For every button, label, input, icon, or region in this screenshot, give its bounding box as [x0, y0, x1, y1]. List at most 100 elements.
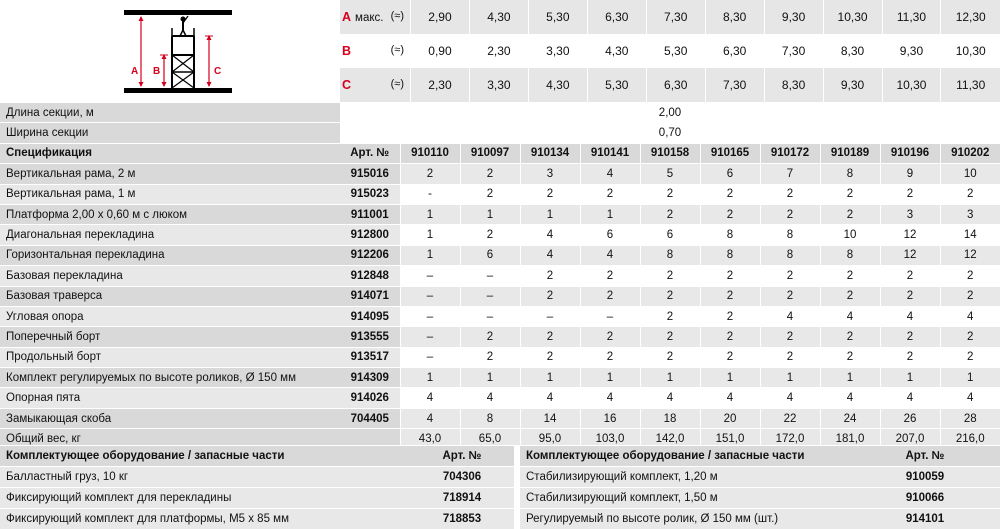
spec-item-qty: 16	[580, 408, 640, 428]
spec-item-qty: 8	[700, 225, 760, 245]
spec-row: Комплект регулируемых по высоте роликов,…	[0, 368, 1000, 388]
section-length-value: 2,00	[340, 103, 1000, 123]
spec-item-qty: 3	[880, 204, 940, 224]
spec-item-qty: 2	[940, 286, 1000, 306]
spec-item-qty: 14	[940, 225, 1000, 245]
dimension-value: 8,30	[764, 68, 823, 102]
dimension-value: 6,30	[646, 68, 705, 102]
spec-item-name: Опорная пята	[0, 388, 340, 408]
spec-sheet: A B C Aмакс.(≈)2,904,305,306,307,308,309…	[0, 0, 1000, 525]
spec-item-qty: 26	[880, 408, 940, 428]
spec-item-qty: 2	[880, 184, 940, 204]
spec-item-qty: 2	[820, 347, 880, 367]
spec-item-qty: 8	[820, 245, 880, 265]
spec-row: Продольный борт913517–222222222	[0, 347, 1000, 367]
dimension-value: 12,30	[941, 0, 1000, 34]
spec-item-qty: 6	[700, 164, 760, 184]
spec-item-qty: 1	[400, 245, 460, 265]
spec-item-qty: 22	[760, 408, 820, 428]
scaffold-diagram-svg: A B C	[0, 0, 338, 102]
spec-item-name: Горизонтальная перекладина	[0, 245, 340, 265]
dimension-value: 8,30	[705, 0, 764, 34]
dimension-value: 10,30	[882, 68, 941, 102]
dimension-value: 2,90	[411, 0, 470, 34]
spec-item-qty: 2	[700, 306, 760, 326]
spec-header-label: Спецификация	[0, 143, 340, 163]
spec-item-qty: 1	[580, 368, 640, 388]
spec-item-qty: 8	[760, 225, 820, 245]
dimension-value: 10,30	[941, 34, 1000, 68]
spec-item-qty: -	[400, 184, 460, 204]
spec-item-qty: 4	[400, 408, 460, 428]
spec-item-qty: 2	[640, 286, 700, 306]
section-width-row: Ширина секции 0,70	[0, 123, 1000, 143]
accessories-left-art-header: Арт. №	[410, 446, 514, 467]
spec-item-qty: 1	[880, 368, 940, 388]
spec-item-qty: 1	[760, 368, 820, 388]
spec-item-qty: 8	[700, 245, 760, 265]
dimension-value: 9,30	[882, 34, 941, 68]
spec-item-qty: 4	[880, 306, 940, 326]
model-number: 910110	[400, 143, 460, 163]
accessories-header-row: Комплектующее оборудование / запасные ча…	[0, 446, 1000, 467]
spec-item-qty: –	[400, 347, 460, 367]
spec-item-qty: 8	[760, 245, 820, 265]
spec-item-qty: 2	[580, 266, 640, 286]
spec-item-qty: 3	[520, 164, 580, 184]
spec-item-qty: 6	[640, 225, 700, 245]
spec-item-art: 914071	[340, 286, 400, 306]
spec-item-qty: 1	[520, 368, 580, 388]
spec-item-qty: 2	[640, 184, 700, 204]
spec-item-qty: 2	[820, 266, 880, 286]
spec-item-qty: 2	[940, 327, 1000, 347]
spec-item-qty: 4	[820, 388, 880, 408]
spec-item-qty: 12	[880, 245, 940, 265]
spec-item-qty: 2	[520, 327, 580, 347]
spec-item-qty: 3	[940, 204, 1000, 224]
spec-item-qty: 4	[460, 388, 520, 408]
spec-item-name: Вертикальная рама, 1 м	[0, 184, 340, 204]
spec-row: Базовая перекладина912848––22222222	[0, 266, 1000, 286]
spec-item-qty: 2	[760, 184, 820, 204]
spec-item-qty: 2	[940, 347, 1000, 367]
spec-item-qty: 2	[820, 327, 880, 347]
spec-item-art: 912848	[340, 266, 400, 286]
spec-item-qty: 2	[460, 327, 520, 347]
model-number: 910165	[700, 143, 760, 163]
spec-row: Опорная пята9140264444444444	[0, 388, 1000, 408]
dimension-value: 7,30	[646, 0, 705, 34]
dimension-value: 5,30	[528, 0, 587, 34]
dimension-value: 6,30	[705, 34, 764, 68]
dimension-approx: (≈)	[391, 78, 410, 90]
spec-item-qty: 4	[580, 388, 640, 408]
spec-item-qty: 2	[760, 286, 820, 306]
dimension-value: 4,30	[587, 34, 646, 68]
dimension-value: 3,30	[528, 34, 587, 68]
dimension-value: 5,30	[587, 68, 646, 102]
model-number: 910134	[520, 143, 580, 163]
spec-item-qty: 6	[580, 225, 640, 245]
spec-item-art: 913555	[340, 327, 400, 347]
spec-item-qty: 2	[640, 306, 700, 326]
specification-table: Длина секции, м 2,00 Ширина секции 0,70 …	[0, 102, 1000, 449]
spec-item-qty: 2	[880, 286, 940, 306]
spec-item-art: 915023	[340, 184, 400, 204]
model-number: 910158	[640, 143, 700, 163]
spec-item-qty: 5	[640, 164, 700, 184]
spec-item-qty: 1	[400, 368, 460, 388]
accessory-right-art: 910059	[850, 467, 1000, 488]
spec-item-qty: 10	[820, 225, 880, 245]
spec-item-art: 914095	[340, 306, 400, 326]
spec-item-qty: 4	[820, 306, 880, 326]
spec-item-art: 913517	[340, 347, 400, 367]
spec-item-qty: 8	[460, 408, 520, 428]
accessory-right-name: Регулируемый по высоте ролик, Ø 150 мм (…	[520, 509, 850, 529]
spec-item-qty: 4	[760, 388, 820, 408]
spec-item-qty: 28	[940, 408, 1000, 428]
spec-row: Базовая траверса914071––22222222	[0, 286, 1000, 306]
dimension-row-c: C(≈)2,303,304,305,306,307,308,309,3010,3…	[340, 68, 1000, 102]
accessory-row: Фиксирующий комплект для перекладины7189…	[0, 488, 1000, 509]
accessory-right-art: 914101	[850, 509, 1000, 529]
spec-item-name: Угловая опора	[0, 306, 340, 326]
accessory-right-name: Стабилизирующий комплект, 1,20 м	[520, 467, 850, 488]
